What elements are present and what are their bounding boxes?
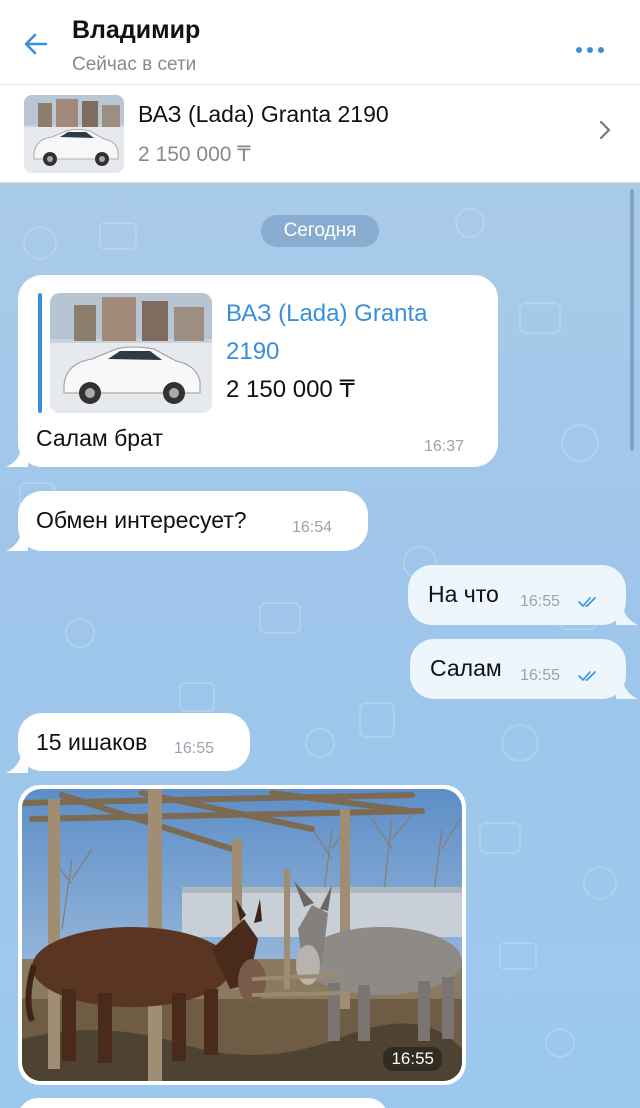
listing-price: 2 150 000 ₸	[138, 143, 251, 166]
car-thumbnail	[24, 95, 124, 173]
message-text: Салам брат	[36, 425, 163, 451]
forwarded-car-thumbnail[interactable]	[50, 293, 212, 413]
contact-name[interactable]: Владимир	[72, 16, 200, 45]
message-time: 16:55	[520, 667, 561, 684]
forward-accent-bar	[38, 293, 42, 413]
donkeys-photo[interactable]	[22, 789, 462, 1081]
message-time: 16:55	[383, 1047, 442, 1071]
forwarded-listing-title[interactable]: ВАЗ (Lada) Granta 2190	[226, 295, 456, 371]
double-check-icon	[578, 597, 596, 608]
message-bubble-out[interactable]: На что 16:55	[408, 565, 626, 625]
listing-banner[interactable]: ВАЗ (Lada) Granta 2190 2 150 000 ₸	[0, 85, 640, 183]
more-dots-icon[interactable]	[576, 40, 612, 54]
message-text: 15 ишаков	[36, 729, 148, 755]
message-bubble-in[interactable]: Обмен интересует? 16:54	[18, 491, 368, 551]
message-text: Салам	[430, 655, 502, 681]
scrollbar[interactable]	[630, 189, 634, 451]
message-bubble-in[interactable]: 15 ишаков 16:55	[18, 713, 250, 771]
message-time: 16:55	[520, 593, 561, 610]
message-bubble-in[interactable]: ВАЗ (Lada) Granta 2190 2 150 000 ₸ Салам…	[18, 275, 498, 467]
chat-header: Владимир Сейчас в сети	[0, 0, 640, 85]
forwarded-listing-price: 2 150 000 ₸	[226, 376, 355, 403]
chevron-right-icon	[599, 120, 611, 140]
message-time: 16:54	[292, 519, 333, 536]
message-text: Обмен интересует?	[36, 507, 247, 533]
message-time: 16:55	[174, 740, 215, 757]
back-arrow-icon[interactable]	[22, 30, 50, 58]
message-bubble-in[interactable]	[18, 1098, 388, 1108]
message-text: На что	[428, 581, 499, 607]
message-bubble-out[interactable]: Салам 16:55	[410, 639, 626, 699]
photo-message[interactable]: 16:55	[18, 785, 466, 1085]
message-time: 16:37	[424, 438, 465, 455]
double-check-icon	[578, 671, 596, 682]
listing-title: ВАЗ (Lada) Granta 2190	[138, 101, 389, 127]
date-separator: Сегодня	[261, 215, 379, 247]
chat-area[interactable]: Сегодня ВАЗ (Lada) Granta 2190 2 150 000…	[0, 183, 640, 1108]
contact-status: Сейчас в сети	[72, 54, 197, 75]
